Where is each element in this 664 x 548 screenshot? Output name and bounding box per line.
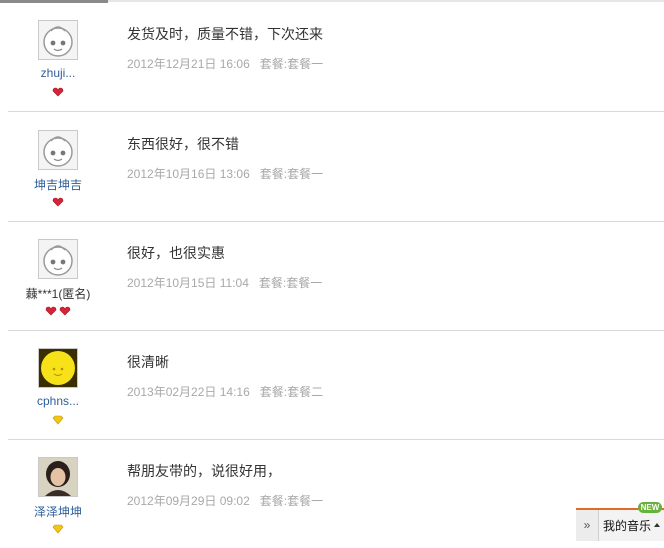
review-date: 2012年12月21日 16:06: [127, 57, 250, 71]
credit-badges: [8, 194, 108, 207]
review-item: 蕀***1(匿名) 很好，也很实惠 2012年10月15日 11:04 套餐:套餐…: [8, 221, 664, 331]
collapse-chevron-icon[interactable]: »: [576, 510, 599, 541]
credit-badges: [8, 521, 108, 534]
caret-up-icon[interactable]: [654, 523, 660, 527]
default-face-avatar[interactable]: [38, 20, 78, 60]
review-package: 套餐:套餐一: [259, 494, 324, 508]
default-face-avatar[interactable]: [38, 130, 78, 170]
review-package: 套餐:套餐一: [258, 276, 323, 290]
review-text: 发货及时，质量不错，下次还来: [127, 26, 323, 42]
review-meta: 2012年09月29日 09:02 套餐:套餐一: [127, 492, 323, 509]
new-badge: NEW: [638, 502, 662, 513]
review-item: zhuji... 发货及时，质量不错，下次还来 2012年12月21日 16:0…: [8, 2, 664, 112]
review-date: 2012年10月16日 13:06: [127, 167, 250, 181]
review-meta: 2012年10月16日 13:06 套餐:套餐一: [127, 165, 323, 182]
username-text: 蕀***1(匿名): [25, 287, 91, 301]
red-heart-icon: [52, 197, 64, 207]
username-link[interactable]: 泽泽坤坤: [8, 503, 108, 520]
credit-badges: [8, 303, 108, 316]
credit-badges: [8, 412, 108, 425]
review-package: 套餐:套餐一: [259, 167, 324, 181]
review-meta: 2012年10月15日 11:04 套餐:套餐一: [127, 274, 322, 291]
yellow-smiley-avatar[interactable]: [38, 348, 78, 388]
music-widget-label[interactable]: 我的音乐: [603, 517, 651, 534]
review-item: 泽泽坤坤 帮朋友带的，说很好用， 2012年09月29日 09:02 套餐:套餐一: [8, 439, 664, 548]
review-package: 套餐:套餐一: [259, 57, 324, 71]
red-heart-icon: [59, 306, 71, 316]
review-item: cphns... 很清晰 2013年02月22日 14:16 套餐:套餐二: [8, 330, 664, 440]
review-package: 套餐:套餐二: [259, 385, 324, 399]
username-link[interactable]: 坤吉坤吉: [8, 176, 108, 193]
review-meta: 2012年12月21日 16:06 套餐:套餐一: [127, 55, 323, 72]
review-text: 帮朋友带的，说很好用，: [127, 463, 281, 479]
credit-badges: [8, 84, 108, 97]
review-text: 很清晰: [127, 354, 169, 370]
review-date: 2013年02月22日 14:16: [127, 385, 250, 399]
username-link[interactable]: zhuji...: [8, 66, 108, 80]
photo-avatar[interactable]: [38, 457, 78, 497]
red-heart-icon: [45, 306, 57, 316]
review-date: 2012年09月29日 09:02: [127, 494, 250, 508]
username-link[interactable]: cphns...: [8, 394, 108, 408]
default-face-avatar[interactable]: [38, 239, 78, 279]
review-text: 东西很好，很不错: [127, 136, 239, 152]
review-meta: 2013年02月22日 14:16 套餐:套餐二: [127, 383, 323, 400]
yellow-diamond-icon: [52, 415, 64, 425]
yellow-diamond-icon: [52, 524, 64, 534]
review-item: 坤吉坤吉 东西很好，很不错 2012年10月16日 13:06 套餐:套餐一: [8, 112, 664, 222]
red-heart-icon: [52, 87, 64, 97]
review-date: 2012年10月15日 11:04: [127, 276, 249, 290]
review-text: 很好，也很实惠: [127, 245, 225, 261]
